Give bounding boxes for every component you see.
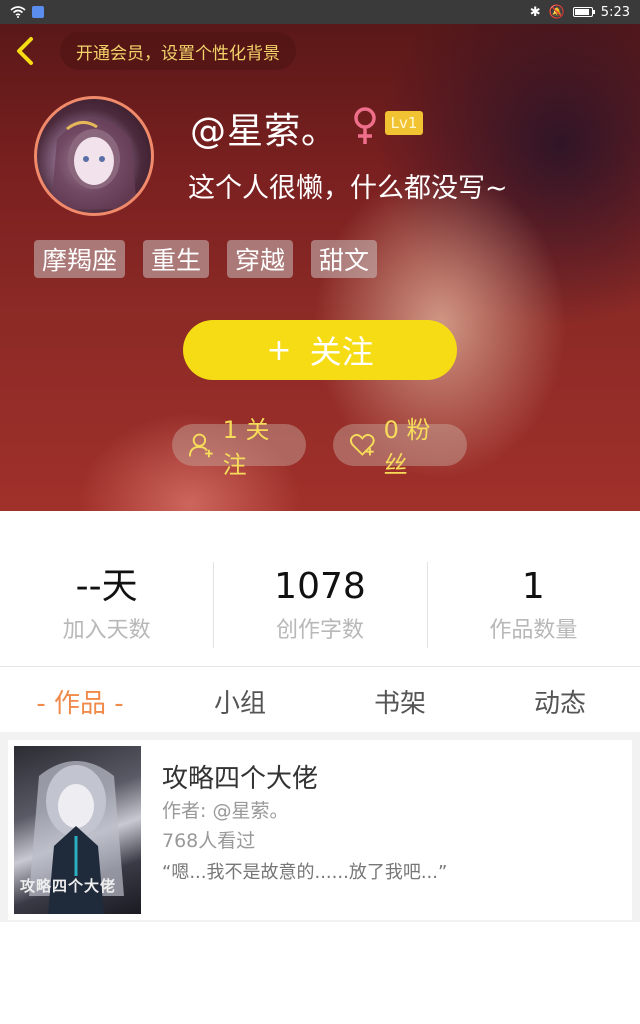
tag-item[interactable]: 穿越 <box>227 240 294 278</box>
stat-value: --天 <box>75 566 138 607</box>
wifi-icon <box>10 6 26 18</box>
avatar-image <box>51 119 137 209</box>
mute-icon: 🔕 <box>548 4 565 20</box>
plus-icon: + <box>266 332 292 368</box>
stat-label: 加入天数 <box>62 618 151 643</box>
heart-plus-icon <box>349 433 375 456</box>
stat-label: 创作字数 <box>275 618 364 643</box>
fans-count-button[interactable]: 0 粉丝 <box>333 416 467 479</box>
stat-value: 1 <box>521 566 545 607</box>
fans-count-text: 0 粉丝 <box>383 416 431 479</box>
stat-word-count: 1078 创作字数 <box>213 562 426 648</box>
stats-row: --天 加入天数 1078 创作字数 1 作品数量 <box>0 562 640 648</box>
follow-button-label: 关注 <box>309 333 374 371</box>
cover-title: 攻略四个大佬 <box>20 877 117 895</box>
divider <box>0 666 640 667</box>
status-right: ✱ 🔕 5:23 <box>530 5 630 20</box>
tag-item[interactable]: 甜文 <box>311 240 378 278</box>
user-add-icon <box>188 433 213 458</box>
status-left <box>10 6 44 18</box>
female-icon <box>354 107 376 144</box>
book-author: 作者: @星萦。 <box>162 800 289 822</box>
book-excerpt: “嗯...我不是故意的......放了我吧...” <box>162 862 448 883</box>
book-title[interactable]: 攻略四个大佬 <box>162 758 318 795</box>
tab-groups[interactable]: 小组 <box>160 670 320 732</box>
following-count-button[interactable]: 1 关注 <box>172 416 306 479</box>
tab-bookshelf[interactable]: 书架 <box>320 670 480 732</box>
vip-background-prompt[interactable]: 开通会员，设置个性化背景 <box>60 32 296 70</box>
bio-text: 这个人很懒，什么都没写~ <box>188 173 508 204</box>
vip-prompt-text: 开通会员，设置个性化背景 <box>76 43 280 64</box>
back-button[interactable] <box>10 34 40 68</box>
book-cover[interactable]: 攻略四个大佬 <box>14 746 141 914</box>
tab-bar: - 作品 - 小组 书架 动态 <box>0 670 640 732</box>
level-badge: Lv1 <box>385 111 423 135</box>
tag-list: 摩羯座 重生 穿越 甜文 <box>34 240 378 278</box>
username: @星萦。 <box>190 111 339 152</box>
chevron-left-icon <box>17 37 33 65</box>
stat-works-count: 1 作品数量 <box>426 562 640 648</box>
work-card[interactable]: 攻略四个大佬 攻略四个大佬 作者: @星萦。 768人看过 “嗯...我不是故意… <box>8 740 632 920</box>
bluetooth-icon: ✱ <box>529 4 541 20</box>
stat-label: 作品数量 <box>489 618 578 643</box>
book-views: 768人看过 <box>162 830 256 852</box>
tag-item[interactable]: 摩羯座 <box>34 240 126 278</box>
app-notification-icon <box>32 6 44 18</box>
status-time: 5:23 <box>600 4 630 20</box>
tab-activity[interactable]: 动态 <box>480 670 640 732</box>
following-count-text: 1 关注 <box>222 416 270 479</box>
battery-icon <box>572 7 595 17</box>
follow-button[interactable]: + 关注 <box>183 320 457 380</box>
avatar[interactable] <box>34 96 154 216</box>
tag-item[interactable]: 重生 <box>143 240 210 278</box>
stat-value: 1078 <box>274 566 366 607</box>
tab-works[interactable]: - 作品 - <box>0 670 160 732</box>
profile-header: 开通会员，设置个性化背景 @星萦。 Lv1 这个人很懒，什么都没写~ 摩羯座 重… <box>0 24 640 511</box>
status-bar: ✱ 🔕 5:23 <box>0 0 640 24</box>
stat-join-days: --天 加入天数 <box>0 562 213 648</box>
